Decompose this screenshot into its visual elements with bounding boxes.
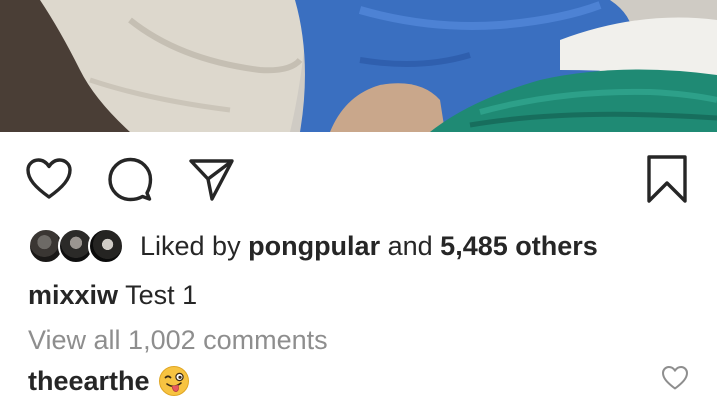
first-liker-username[interactable]: pongpular <box>248 231 380 261</box>
paper-plane-icon[interactable] <box>186 154 236 204</box>
likes-others-count[interactable]: 5,485 others <box>440 231 598 261</box>
post-action-bar <box>0 132 717 222</box>
caption-username[interactable]: mixxiw <box>28 280 118 310</box>
avatar <box>88 228 124 264</box>
post-caption: mixxiw Test 1 <box>28 277 197 313</box>
comment-username[interactable]: theearthe <box>28 366 150 397</box>
winking-face-with-tongue-icon <box>158 365 190 397</box>
comment-row: theearthe <box>28 363 190 399</box>
likes-connector: and <box>387 231 433 261</box>
view-all-comments-link[interactable]: View all 1,002 comments <box>28 322 328 358</box>
likes-text: Liked by pongpular and 5,485 others <box>140 227 598 265</box>
post-photo[interactable] <box>0 0 717 132</box>
small-heart-icon[interactable] <box>661 365 689 391</box>
caption-text: Test 1 <box>125 280 198 310</box>
post-photo-content <box>0 0 717 132</box>
likes-prefix: Liked by <box>140 231 241 261</box>
bookmark-icon[interactable] <box>642 154 692 204</box>
liker-avatars <box>28 227 126 265</box>
comment-bubble-icon[interactable] <box>105 154 155 204</box>
likes-summary[interactable]: Liked by pongpular and 5,485 others <box>28 226 598 266</box>
heart-icon[interactable] <box>24 154 74 204</box>
